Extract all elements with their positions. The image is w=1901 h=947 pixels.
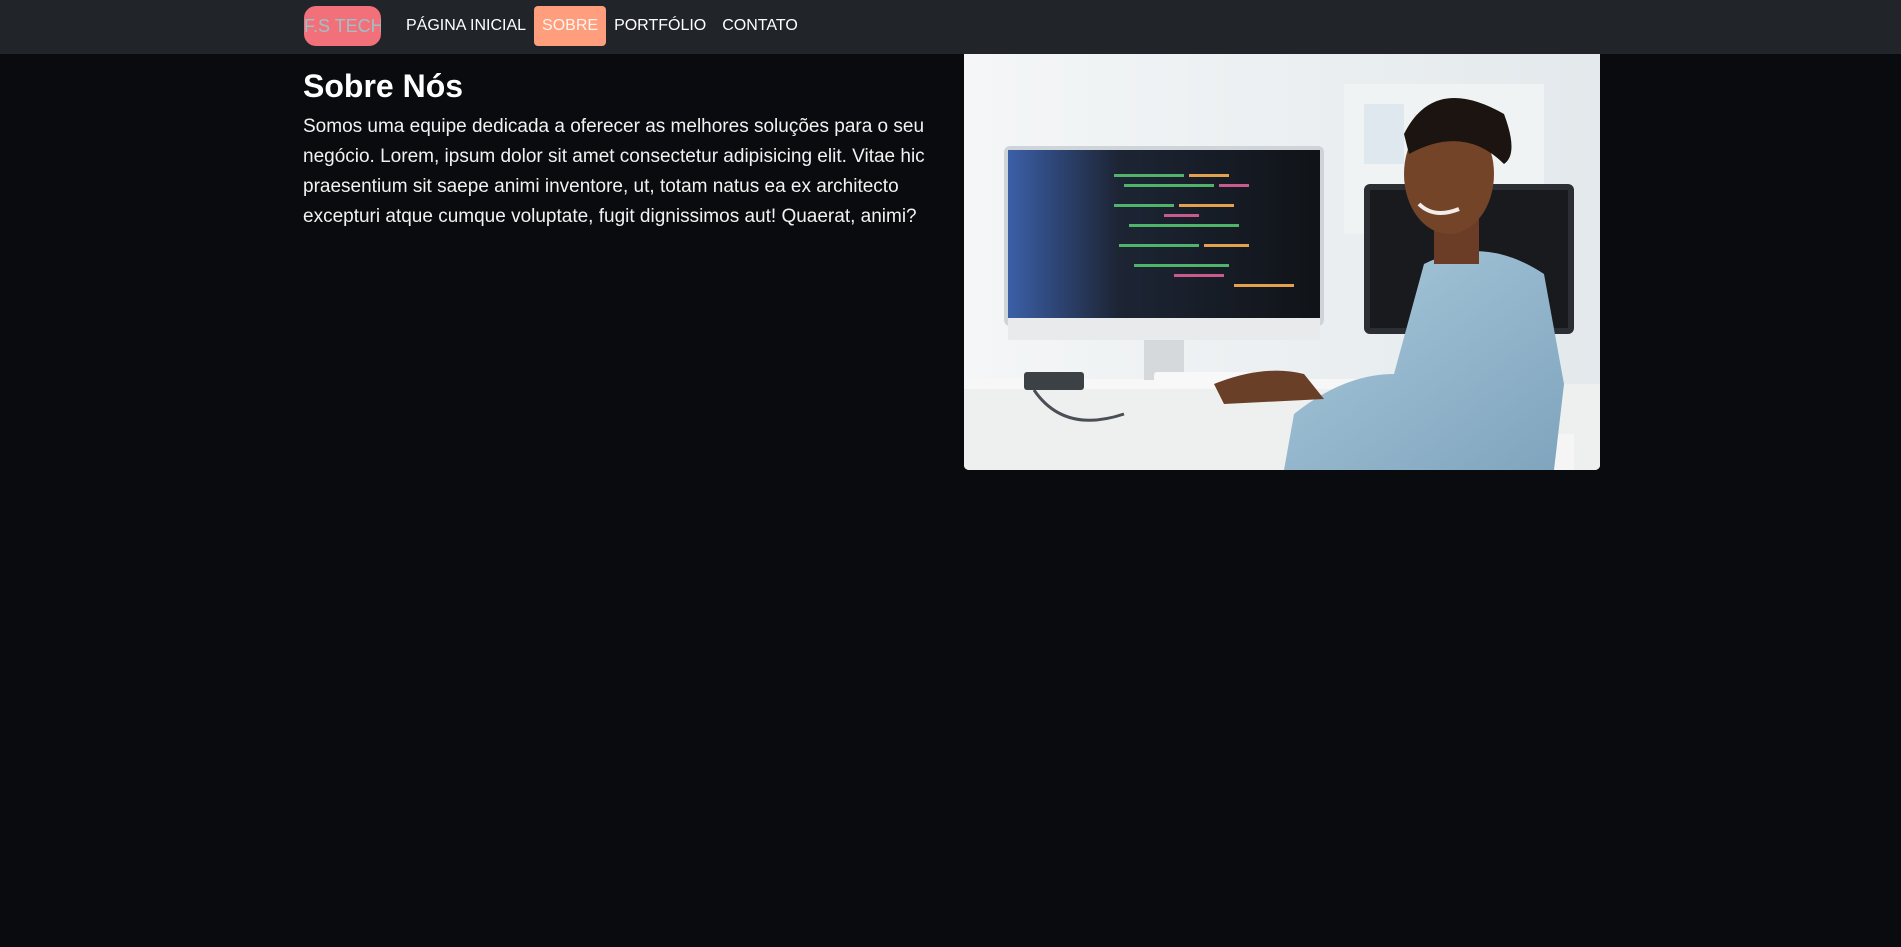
nav-link-portfolio[interactable]: PORTFÓLIO: [606, 6, 714, 46]
nav-link-contato[interactable]: CONTATO: [714, 6, 806, 46]
brand-logo[interactable]: F.S TECH: [304, 6, 381, 46]
nav-link-sobre[interactable]: SOBRE: [534, 6, 607, 46]
nav-links: PÁGINA INICIAL SOBRE PORTFÓLIO CONTATO: [398, 6, 806, 46]
about-description: Somos uma equipe dedicada a oferecer as …: [303, 116, 925, 227]
about-title: Sobre Nós: [303, 68, 464, 104]
navbar: F.S TECH PÁGINA INICIAL SOBRE PORTFÓLIO …: [0, 0, 1901, 54]
nav-link-pagina-inicial[interactable]: PÁGINA INICIAL: [398, 6, 534, 46]
developer-photo: [964, 54, 1600, 470]
about-section: Sobre Nós Somos uma equipe dedicada a of…: [303, 64, 928, 232]
